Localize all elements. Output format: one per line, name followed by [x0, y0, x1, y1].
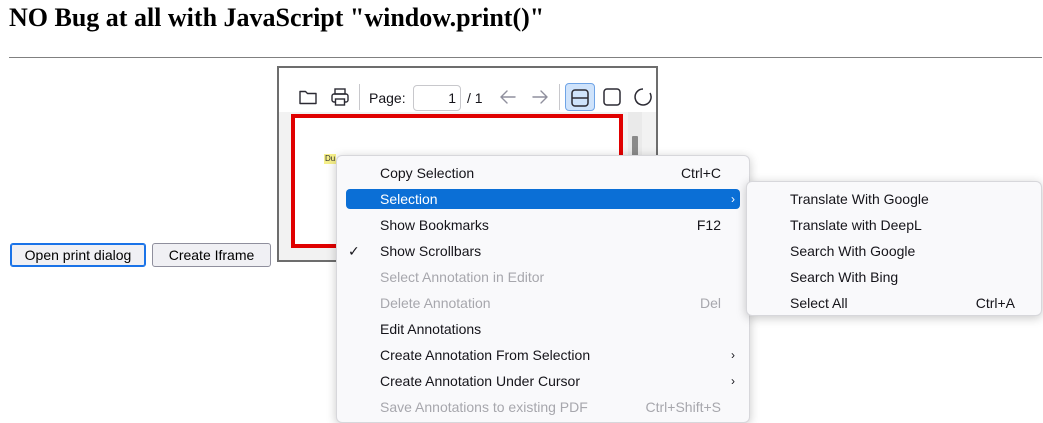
menu-item-select-annotation-in-editor[interactable]: Select Annotation in Editor: [337, 264, 749, 290]
menu-item-label: Select All: [790, 295, 848, 311]
menu-item-shortcut: F12: [696, 217, 721, 233]
page-number-input[interactable]: 1: [413, 85, 461, 111]
menu-item-label: Selection: [380, 191, 438, 207]
context-menu: Copy Selection Ctrl+C Selection › Show B…: [336, 155, 750, 423]
menu-item-edit-annotations[interactable]: Edit Annotations: [337, 316, 749, 342]
menu-item-show-scrollbars[interactable]: ✓ Show Scrollbars: [337, 238, 749, 264]
menu-item-create-annotation-under-cursor[interactable]: Create Annotation Under Cursor ›: [337, 368, 749, 394]
menu-item-label: Delete Annotation: [380, 295, 491, 311]
submenu-item-search-bing[interactable]: Search With Bing: [747, 264, 1041, 290]
menu-item-label: Show Bookmarks: [380, 217, 489, 233]
page-title: NO Bug at all with JavaScript "window.pr…: [9, 3, 545, 32]
menu-item-shortcut: Del: [699, 295, 721, 311]
arrow-left-icon[interactable]: [497, 86, 519, 108]
menu-item-label: Search With Google: [790, 243, 916, 259]
menu-item-label: Save Annotations to existing PDF: [380, 399, 588, 415]
menu-item-shortcut: Ctrl+Shift+S: [645, 399, 721, 415]
menu-item-label: Copy Selection: [380, 165, 475, 181]
pdf-viewer-toolbar: Page: 1 / 1: [279, 68, 656, 112]
toolbar-separator: [559, 84, 560, 110]
menu-item-label: Translate with DeepL: [790, 217, 922, 233]
menu-item-label: Select Annotation in Editor: [380, 269, 545, 285]
open-print-dialog-button[interactable]: Open print dialog: [10, 243, 146, 267]
rotate-icon[interactable]: [631, 86, 653, 108]
folder-icon[interactable]: [297, 86, 319, 108]
horizontal-rule: [9, 57, 1042, 58]
menu-item-shortcut: Ctrl+C: [680, 165, 721, 181]
menu-item-delete-annotation[interactable]: Delete Annotation Del: [337, 290, 749, 316]
page-label: Page:: [369, 90, 406, 106]
menu-item-create-annotation-from-selection[interactable]: Create Annotation From Selection ›: [337, 342, 749, 368]
menu-item-label: Show Scrollbars: [380, 243, 482, 259]
menu-item-label: Create Annotation Under Cursor: [380, 373, 580, 389]
submenu-item-select-all[interactable]: Select All Ctrl+A: [747, 290, 1041, 316]
toolbar-separator: [359, 84, 360, 110]
submenu-item-search-google[interactable]: Search With Google: [747, 238, 1041, 264]
page-count: / 1: [467, 90, 483, 106]
submenu-item-translate-google[interactable]: Translate With Google: [747, 186, 1041, 212]
menu-item-show-bookmarks[interactable]: Show Bookmarks F12: [337, 212, 749, 238]
vertical-scroll-icon[interactable]: [565, 83, 595, 111]
chevron-right-icon: ›: [731, 348, 735, 362]
menu-item-label: Create Annotation From Selection: [380, 347, 591, 363]
checkmark-icon: ✓: [348, 243, 360, 259]
selected-text[interactable]: Du: [324, 154, 337, 164]
menu-item-save-annotations[interactable]: Save Annotations to existing PDF Ctrl+Sh…: [337, 394, 749, 420]
menu-item-label: Translate With Google: [790, 191, 929, 207]
chevron-right-icon: ›: [731, 192, 735, 206]
menu-item-label: Edit Annotations: [380, 321, 482, 337]
selection-submenu: Translate With Google Translate with Dee…: [746, 181, 1042, 316]
single-page-icon[interactable]: [601, 86, 623, 108]
arrow-right-icon[interactable]: [529, 86, 551, 108]
printer-icon[interactable]: [329, 86, 351, 108]
submenu-item-translate-deepl[interactable]: Translate with DeepL: [747, 212, 1041, 238]
menu-item-label: Search With Bing: [790, 269, 899, 285]
menu-item-shortcut: Ctrl+A: [975, 295, 1015, 311]
chevron-right-icon: ›: [731, 374, 735, 388]
create-iframe-button[interactable]: Create Iframe: [152, 243, 271, 267]
menu-item-selection[interactable]: Selection ›: [346, 189, 740, 209]
menu-item-copy-selection[interactable]: Copy Selection Ctrl+C: [337, 160, 749, 186]
